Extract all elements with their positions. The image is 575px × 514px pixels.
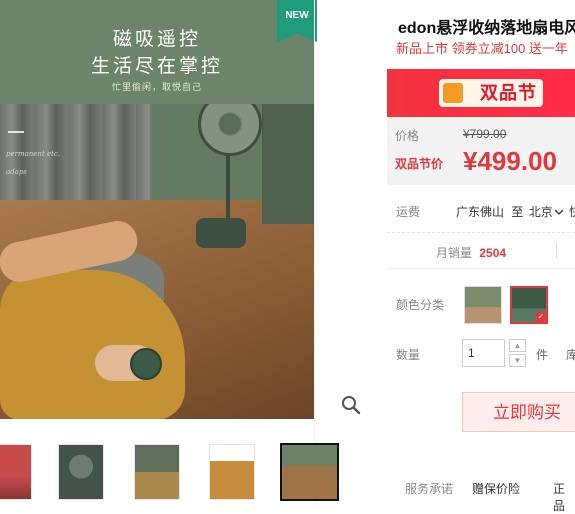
stock-label: 库: [566, 348, 575, 362]
shipping-from: 广东佛山: [456, 205, 505, 219]
promo-banner-label: 双品节: [480, 83, 537, 103]
service-label: 服务承诺: [405, 482, 454, 496]
thumbnail-4[interactable]: [209, 444, 255, 500]
original-price-label: 价格: [395, 129, 420, 143]
promo-logo: 双品节: [439, 79, 543, 107]
thumbnail-1[interactable]: [0, 444, 32, 500]
shipping-suffix: 快: [569, 205, 575, 219]
side-table-graphic: [262, 104, 314, 224]
color-label: 颜色分类: [396, 298, 445, 312]
magnifier-icon[interactable]: [338, 392, 364, 418]
product-main-image[interactable]: 磁吸遥控 生活尽在掌控 忙里偷闲，取悦自己 permanent etc. ada…: [0, 0, 314, 419]
fan-base-graphic: [196, 218, 246, 248]
check-icon: ✓: [536, 312, 546, 322]
shipping-label: 运费: [396, 205, 421, 219]
quantity-unit: 件: [536, 348, 549, 362]
sales-label: 月销量: [436, 246, 473, 260]
promo-price-value: ¥499.00: [463, 146, 557, 176]
chevron-down-icon[interactable]: [554, 208, 564, 216]
quantity-decrease-button[interactable]: ▼: [509, 354, 526, 367]
quantity-label: 数量: [396, 348, 421, 362]
sales-value: 2504: [479, 246, 507, 260]
buy-now-button[interactable]: 立即购买: [462, 392, 575, 432]
dashed-divider: [387, 232, 575, 234]
product-title: edon悬浮收纳落地扇电风: [398, 20, 575, 37]
thumbnail-5[interactable]: [280, 443, 339, 501]
color-swatch-1[interactable]: [464, 286, 502, 324]
quantity-input[interactable]: 1: [462, 339, 505, 367]
gift-icon: [443, 83, 463, 103]
original-price-value: ¥799.00: [463, 127, 507, 141]
decor-dash: [8, 131, 24, 133]
headline-line1: 磁吸遥控: [112, 28, 201, 50]
new-badge-label: NEW: [285, 10, 309, 21]
product-subtitle: 新品上市 领券立减100 送一年: [396, 41, 568, 56]
thumbnail-3[interactable]: [134, 444, 180, 500]
promo-banner[interactable]: 双品节: [387, 69, 575, 117]
color-swatch-2[interactable]: ✓: [510, 286, 548, 324]
service-item-1[interactable]: 赠保价险: [472, 480, 520, 497]
thumbnail-2[interactable]: [58, 444, 104, 500]
sales-divider: [556, 243, 557, 259]
shipping-destination[interactable]: 北京: [529, 205, 553, 219]
shipping-to-word: 至: [511, 205, 524, 219]
price-box: 价格 ¥799.00 双品节价 ¥499.00: [387, 117, 575, 185]
remote-control-graphic: [130, 348, 162, 380]
headline-sub: 忙里偷闲，取悦自己: [111, 83, 202, 93]
headline-line2: 生活尽在掌控: [90, 55, 223, 77]
section-divider: [387, 268, 575, 269]
divider: [314, 0, 315, 506]
shipping-route: 广东佛山 至 北京 快: [456, 203, 575, 220]
promo-price-label: 双品节价: [395, 157, 444, 171]
quantity-increase-button[interactable]: ▲: [509, 339, 526, 352]
sales-block: 月销量 2504: [436, 244, 506, 261]
service-item-2[interactable]: 正品: [553, 480, 575, 514]
small-text-1: permanent etc.: [6, 150, 61, 158]
small-text-2: adaps: [6, 168, 27, 176]
